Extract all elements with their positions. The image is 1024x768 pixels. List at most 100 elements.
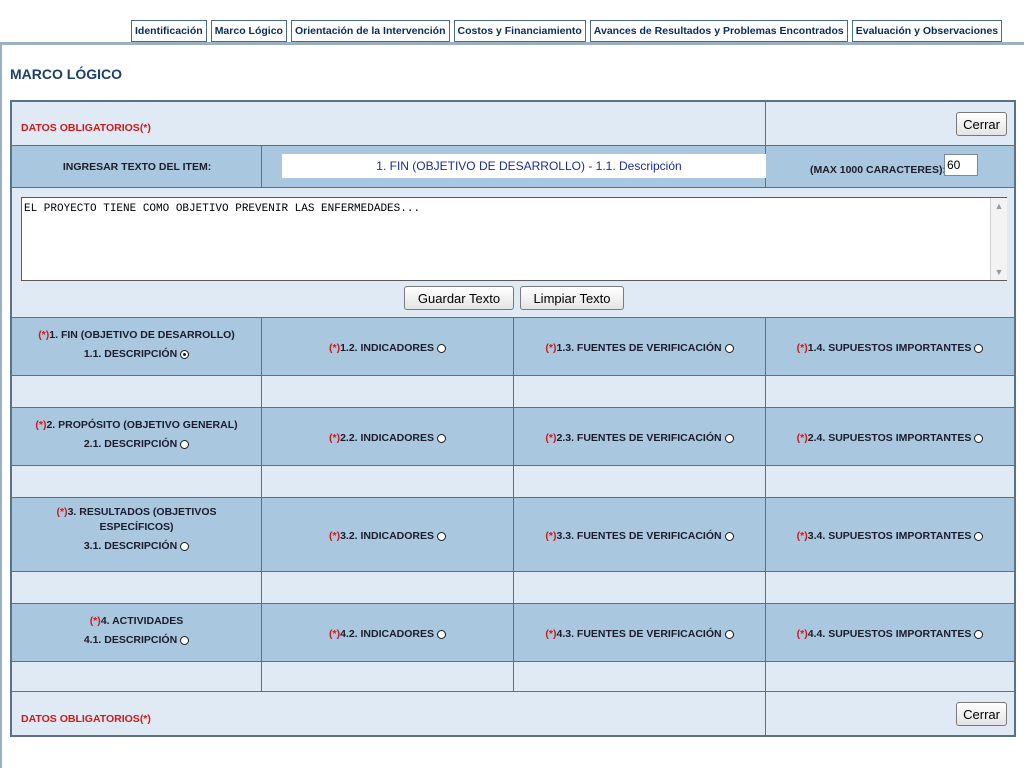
header-divider [0, 42, 1024, 45]
row3-spacer [766, 572, 1014, 604]
scroll-up-icon[interactable]: ▲ [991, 198, 1007, 214]
row3-desc-cell: (*)3. RESULTADOS (OBJETIVOS ESPECÍFICOS)… [12, 498, 262, 572]
row4-spacer [766, 662, 1014, 692]
required-marker: (*) [139, 122, 151, 134]
textarea-scrollbar[interactable]: ▲ ▼ [990, 198, 1007, 280]
close-cell-bottom: Cerrar [766, 692, 1014, 735]
row1-col2-cell: (*)1.2. INDICADORES [262, 318, 514, 376]
required-marker: (*) [328, 530, 341, 542]
row3-spacer [514, 572, 766, 604]
row1-desc-radio[interactable] [180, 349, 190, 359]
tab-costos[interactable]: Costos y Financiamiento [453, 20, 586, 42]
tab-evaluacion[interactable]: Evaluación y Observaciones [851, 20, 1003, 42]
required-marker: (*) [328, 342, 341, 354]
row4-desc-cell: (*)4. ACTIVIDADES 4.1. DESCRIPCIÓN [12, 604, 262, 662]
row3-desc-label: 3.1. DESCRIPCIÓN [83, 540, 178, 552]
row1-spacer [514, 376, 766, 408]
row1-col3-cell: (*)1.3. FUENTES DE VERIFICACIÓN [514, 318, 766, 376]
row3-col3-cell: (*)3.3. FUENTES DE VERIFICACIÓN [514, 498, 766, 572]
row2-fuentes-label: 2.3. FUENTES DE VERIFICACIÓN [556, 432, 722, 444]
tab-identificacion[interactable]: Identificación [131, 20, 207, 42]
row1-spacer [262, 376, 514, 408]
row1-indicadores-radio[interactable] [437, 343, 447, 353]
row3-col2-cell: (*)3.2. INDICADORES [262, 498, 514, 572]
row4-fuentes-radio[interactable] [724, 629, 734, 639]
row1-desc-label: 1.1. DESCRIPCIÓN [83, 348, 178, 360]
row2-supuestos-radio[interactable] [974, 433, 984, 443]
row1-col4-cell: (*)1.4. SUPUESTOS IMPORTANTES [766, 318, 1014, 376]
row3-fuentes-radio[interactable] [724, 531, 734, 541]
required-marker: (*) [545, 342, 557, 354]
max-chars-input[interactable] [944, 154, 978, 176]
row3-spacer [12, 572, 262, 604]
page-title: MARCO LÓGICO [10, 66, 122, 82]
marco-logico-panel: DATOS OBLIGATORIOS(*) Cerrar INGRESAR TE… [10, 100, 1016, 737]
row4-supuestos-label: 4.4. SUPUESTOS IMPORTANTES [807, 628, 972, 640]
row4-spacer [12, 662, 262, 692]
left-border [0, 42, 2, 768]
tab-avances[interactable]: Avances de Resultados y Problemas Encont… [589, 20, 848, 42]
row3-supuestos-radio[interactable] [974, 531, 984, 541]
row1-indicadores-label: 1.2. INDICADORES [340, 342, 435, 354]
item-textarea[interactable]: EL PROYECTO TIENE COMO OBJETIVO PREVENIR… [21, 197, 1007, 281]
row2-desc-cell: (*)2. PROPÓSITO (OBJETIVO GENERAL) 2.1. … [12, 408, 262, 466]
close-button-top[interactable]: Cerrar [956, 112, 1007, 136]
required-marker: (*) [796, 342, 808, 354]
row2-desc-radio[interactable] [180, 439, 190, 449]
tab-bar: Identificación Marco Lógico Orientación … [131, 20, 1006, 42]
required-marker: (*) [139, 713, 151, 725]
required-marker: (*) [545, 530, 557, 542]
row4-col4-cell: (*)4.4. SUPUESTOS IMPORTANTES [766, 604, 1014, 662]
row2-spacer [766, 466, 1014, 498]
row1-supuestos-radio[interactable] [974, 343, 984, 353]
row1-fuentes-radio[interactable] [724, 343, 734, 353]
close-cell-top: Cerrar [766, 102, 1014, 146]
tab-marco-logico[interactable]: Marco Lógico [210, 20, 287, 42]
row4-col2-cell: (*)4.2. INDICADORES [262, 604, 514, 662]
row2-spacer [12, 466, 262, 498]
required-note: DATOS OBLIGATORIOS(*) [21, 118, 151, 136]
row2-fuentes-radio[interactable] [724, 433, 734, 443]
required-marker: (*) [35, 419, 47, 431]
row1-spacer [766, 376, 1014, 408]
required-marker: (*) [545, 628, 557, 640]
required-marker: (*) [796, 432, 808, 444]
item-label: INGRESAR TEXTO DEL ITEM: [62, 161, 212, 173]
tab-orientacion[interactable]: Orientación de la Intervención [290, 20, 450, 42]
row2-col3-cell: (*)2.3. FUENTES DE VERIFICACIÓN [514, 408, 766, 466]
row3-desc-radio[interactable] [180, 541, 190, 551]
row4-spacer [262, 662, 514, 692]
row4-desc-radio[interactable] [180, 635, 190, 645]
save-text-button[interactable]: Guardar Texto [404, 286, 514, 310]
row1-fuentes-label: 1.3. FUENTES DE VERIFICACIÓN [556, 342, 722, 354]
clear-text-button[interactable]: Limpiar Texto [520, 286, 624, 310]
row2-indicadores-label: 2.2. INDICADORES [340, 432, 435, 444]
required-marker: (*) [56, 506, 68, 518]
row2-spacer [514, 466, 766, 498]
item-label-cell: INGRESAR TEXTO DEL ITEM: [12, 146, 262, 188]
row4-title: 4. ACTIVIDADES [100, 615, 184, 627]
required-marker: (*) [796, 530, 808, 542]
required-marker: (*) [38, 329, 50, 341]
row2-desc-label: 2.1. DESCRIPCIÓN [83, 438, 178, 450]
current-item-label: 1. FIN (OBJETIVO DE DESARROLLO) - 1.1. D… [282, 154, 776, 178]
required-note-cell-bottom: DATOS OBLIGATORIOS(*) [12, 692, 766, 735]
row3-indicadores-label: 3.2. INDICADORES [340, 530, 435, 542]
row3-indicadores-radio[interactable] [437, 531, 447, 541]
row1-spacer [12, 376, 262, 408]
row4-indicadores-radio[interactable] [437, 629, 447, 639]
required-note-bottom: DATOS OBLIGATORIOS(*) [21, 709, 151, 727]
required-marker: (*) [328, 628, 341, 640]
row2-indicadores-radio[interactable] [437, 433, 447, 443]
row2-col4-cell: (*)2.4. SUPUESTOS IMPORTANTES [766, 408, 1014, 466]
required-marker: (*) [328, 432, 341, 444]
scroll-track [991, 214, 1007, 264]
row1-desc-cell: (*)1. FIN (OBJETIVO DE DESARROLLO) 1.1. … [12, 318, 262, 376]
close-button-bottom[interactable]: Cerrar [956, 702, 1007, 726]
row3-spacer [262, 572, 514, 604]
required-marker: (*) [796, 628, 808, 640]
scroll-down-icon[interactable]: ▼ [991, 264, 1007, 280]
required-note-cell: DATOS OBLIGATORIOS(*) [12, 102, 766, 146]
row1-title: 1. FIN (OBJETIVO DE DESARROLLO) [49, 329, 235, 341]
row4-supuestos-radio[interactable] [974, 629, 984, 639]
